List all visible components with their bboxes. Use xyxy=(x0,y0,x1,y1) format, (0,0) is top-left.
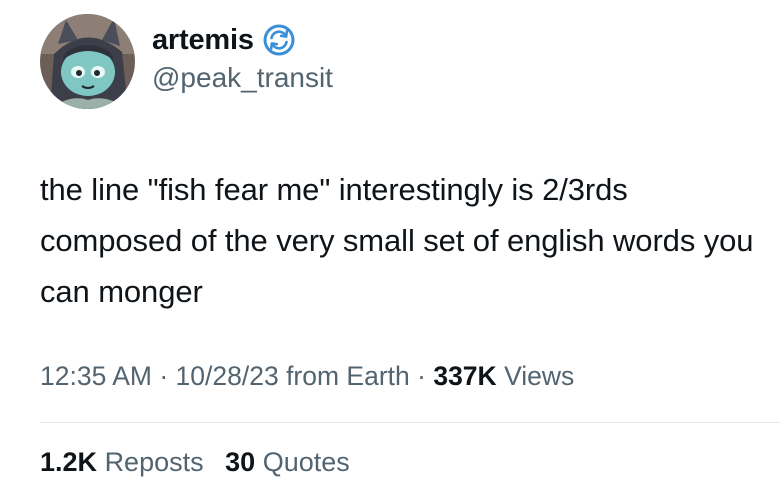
tweet-source: from Earth xyxy=(286,361,410,391)
separator-dot: · xyxy=(159,361,176,391)
author-info: artemis @peak_transit xyxy=(152,20,333,94)
divider xyxy=(40,422,780,423)
name-row: artemis xyxy=(152,20,333,60)
tweet-time[interactable]: 12:35 AM xyxy=(40,361,152,391)
views-label: Views xyxy=(504,361,575,391)
display-name[interactable]: artemis xyxy=(152,24,254,57)
engagement-stats: 1.2K Reposts 30 Quotes xyxy=(40,447,350,478)
quotes-count: 30 xyxy=(225,447,256,477)
handle[interactable]: @peak_transit xyxy=(152,62,333,94)
tweet-text: the line "fish fear me" interestingly is… xyxy=(40,172,754,309)
reposts-label: Reposts xyxy=(104,447,204,477)
reposts-link[interactable]: 1.2K Reposts xyxy=(40,447,204,478)
quotes-label: Quotes xyxy=(262,447,350,477)
separator-dot: · xyxy=(417,361,434,391)
tweet: artemis @peak_transit the line "fish fea… xyxy=(0,0,780,503)
cartoon-fox-avatar-icon xyxy=(40,14,135,109)
quotes-link[interactable]: 30 Quotes xyxy=(225,447,350,478)
tweet-meta: 12:35 AM · 10/28/23 from Earth · 337K Vi… xyxy=(40,361,574,392)
views-count: 337K xyxy=(433,361,497,391)
reposts-count: 1.2K xyxy=(40,447,98,477)
avatar[interactable] xyxy=(40,14,135,109)
tweet-date[interactable]: 10/28/23 xyxy=(176,361,279,391)
refresh-circle-icon xyxy=(262,23,296,57)
